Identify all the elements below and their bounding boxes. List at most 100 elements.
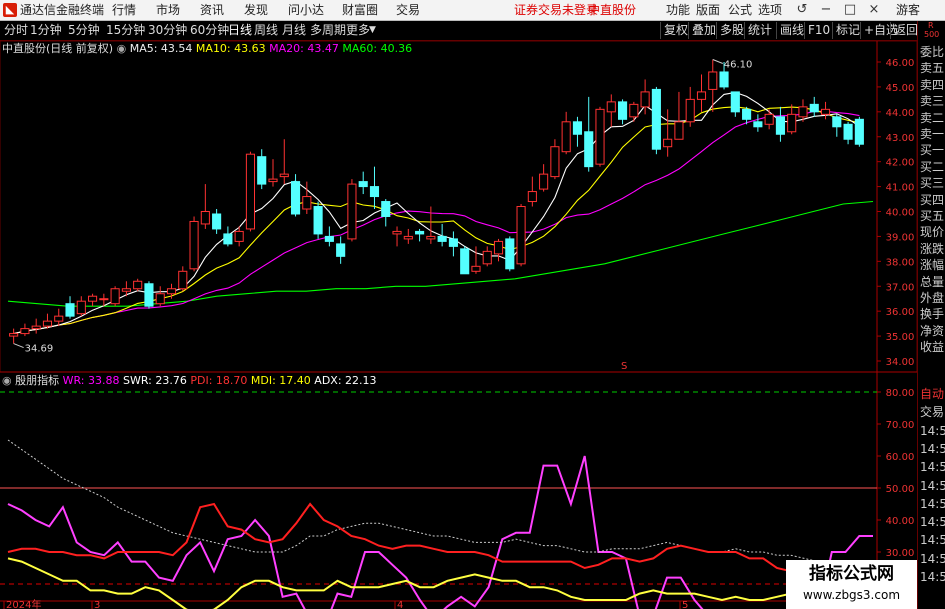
menu-trade[interactable]: 交易 <box>396 3 420 18</box>
panel-trade-time: 14:56 <box>920 478 945 493</box>
menu-function[interactable]: 功能 <box>666 3 690 18</box>
tab-60min[interactable]: 60分钟 <box>190 23 229 38</box>
panel-label: 现价 <box>920 225 945 240</box>
close-icon[interactable]: × <box>864 2 884 18</box>
candle-body <box>787 113 797 133</box>
menu-quotes[interactable]: 行情 <box>112 3 136 18</box>
menu-fortune[interactable]: 财富圈 <box>342 3 378 18</box>
tab-multi-period[interactable]: 多周期 <box>310 23 346 38</box>
user-label[interactable]: 游客 <box>896 3 920 18</box>
candle-body <box>471 265 481 272</box>
more-chevron-icon[interactable]: ▼ <box>369 23 376 38</box>
price-tick-label: 44.00 <box>886 108 915 119</box>
app-title: 通达信金融终端 <box>20 3 105 17</box>
candle-body <box>381 201 391 217</box>
panel-label: 卖三 <box>920 94 945 109</box>
candle-body <box>42 320 53 327</box>
pdi-line <box>7 502 874 589</box>
candle-body <box>313 206 323 235</box>
menu-market[interactable]: 市场 <box>156 3 180 18</box>
candle-body <box>696 91 707 100</box>
candle-body <box>392 230 402 235</box>
candle-body <box>640 91 650 108</box>
candle-body <box>809 103 819 113</box>
back-icon[interactable]: ↺ <box>792 2 812 18</box>
f10-button[interactable]: F10 <box>804 22 833 39</box>
candle-body <box>561 121 571 153</box>
candle-body <box>674 121 684 140</box>
high-label: 46.10 <box>724 60 753 71</box>
menu-layout[interactable]: 版面 <box>696 3 720 18</box>
wr-line <box>7 455 873 609</box>
candle-body <box>76 300 86 315</box>
price-tick-label: 35.00 <box>886 332 915 343</box>
minimize-icon[interactable]: − <box>816 2 836 18</box>
candle-body <box>31 325 41 330</box>
menu-formula[interactable]: 公式 <box>728 3 752 18</box>
menu-discover[interactable]: 发现 <box>244 3 268 18</box>
watermark-badge: 指标公式网 www.zbgs3.com <box>786 560 917 609</box>
overlay-button[interactable]: 叠加 <box>688 22 719 39</box>
panel-trade-time: 14:56 <box>920 551 945 566</box>
candle-body <box>302 196 312 210</box>
price-chart-svg[interactable]: 46.00 45.00 44.00 43.00 42.00 41.00 40.00 39.00… <box>0 41 917 609</box>
candle-body <box>572 121 583 135</box>
tab-monthly[interactable]: 月线 <box>282 23 306 38</box>
candle-body <box>268 178 278 183</box>
candle-body <box>854 118 864 145</box>
candle-body <box>843 123 853 140</box>
panel-label: 净资 <box>920 323 945 338</box>
mark-button[interactable]: 标记 <box>832 22 863 39</box>
menu-ask[interactable]: 问小达 <box>288 3 324 18</box>
tab-intraday[interactable]: 分时 <box>4 23 28 38</box>
tab-weekly[interactable]: 周线 <box>254 23 278 38</box>
panel-label: 委比 <box>920 45 945 59</box>
tab-15min[interactable]: 15分钟 <box>106 23 145 38</box>
price-tick-label: 41.00 <box>886 183 915 194</box>
panel-trade-time: 自动 <box>920 387 945 401</box>
signal-marker: S <box>621 361 627 372</box>
panel-number: 500 <box>924 30 940 39</box>
legend-ma20: MA20: 43.47 <box>269 42 339 55</box>
candle-body <box>403 235 413 240</box>
price-tick-label: 38.00 <box>886 257 915 268</box>
candle-body <box>730 91 740 113</box>
candle-body <box>155 293 165 305</box>
price-tick-label: 34.00 <box>886 357 915 368</box>
candle-body <box>482 250 492 265</box>
candle-body <box>820 108 831 115</box>
adjust-button[interactable]: 复权 <box>660 22 691 39</box>
tab-5min[interactable]: 5分钟 <box>68 23 100 38</box>
date-tick-label: 5 <box>682 600 688 609</box>
draw-button[interactable]: 画线 <box>776 22 807 39</box>
panel-label: 外盘 <box>920 291 945 305</box>
candle-body <box>516 206 526 265</box>
candle-body <box>223 233 233 245</box>
settings-icon[interactable]: ◉ <box>117 42 127 55</box>
candle-body <box>88 295 98 302</box>
candle-body <box>708 71 718 90</box>
tab-30min[interactable]: 30分钟 <box>148 23 187 38</box>
panel-label: 买二 <box>920 159 945 174</box>
candle-body <box>448 238 458 247</box>
price-tick-label: 37.00 <box>886 282 915 293</box>
tab-1min[interactable]: 1分钟 <box>30 23 62 38</box>
multi-stock-button[interactable]: 多股 <box>716 22 747 39</box>
tab-more[interactable]: 更多 <box>346 23 370 38</box>
panel-label: 买一 <box>920 143 945 158</box>
menu-options[interactable]: 选项 <box>758 3 782 18</box>
indicator-tick-label: 40.00 <box>886 516 915 527</box>
candle-body <box>369 186 380 198</box>
maximize-icon[interactable]: □ <box>840 2 860 18</box>
legend-ma10: MA10: 43.63 <box>195 42 266 55</box>
login-notice[interactable]: 证券交易未登录 <box>514 3 598 18</box>
stats-button[interactable]: 统计 <box>744 22 775 39</box>
tab-daily[interactable]: 日线 <box>228 23 252 38</box>
legend-mdi: MDI: 17.40 <box>250 374 311 387</box>
panel-label: 买四 <box>920 192 945 207</box>
date-tick-label: 4 <box>397 600 403 609</box>
indicator-settings-icon[interactable]: ◉ <box>2 374 12 387</box>
quote-side-panel: R 500 委比 卖五 卖四 卖三 卖二 卖一 买一 买二 买三 买四 买五 现价 涨跌 涨幅 总量 外盘 换手 净资… <box>917 21 945 609</box>
menu-news[interactable]: 资讯 <box>200 3 224 18</box>
panel-label: 买三 <box>920 176 945 191</box>
